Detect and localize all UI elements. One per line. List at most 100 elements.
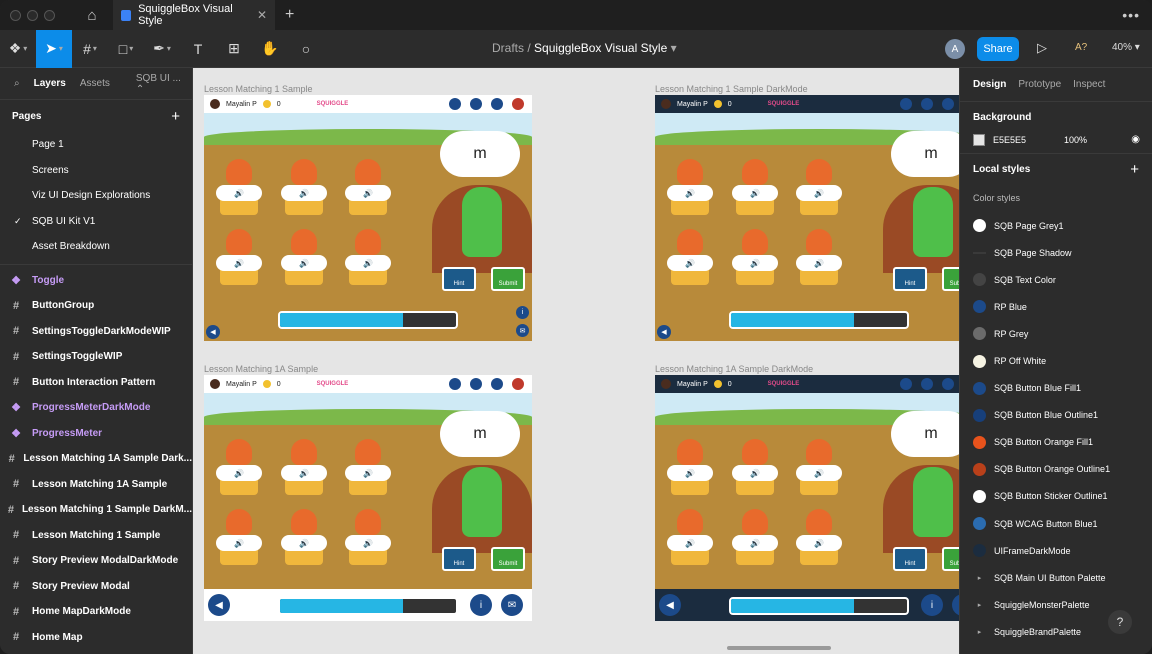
- color-style-item[interactable]: SQB Page Shadow: [960, 239, 1152, 266]
- comment-tool-button[interactable]: ○: [288, 30, 324, 68]
- layer-item[interactable]: # SettingsToggleWIP: [0, 344, 192, 370]
- carrot-plant: [806, 159, 832, 185]
- zoom-window-button[interactable]: [44, 9, 55, 21]
- audio-button: 🔊: [732, 185, 778, 201]
- frame-label[interactable]: Lesson Matching 1A Sample: [204, 364, 318, 374]
- breadcrumb-file[interactable]: SquiggleBox Visual Style: [534, 41, 667, 55]
- eye-icon[interactable]: ◉: [1131, 134, 1140, 145]
- home-icon[interactable]: ⌂: [79, 0, 105, 30]
- new-tab-icon[interactable]: +: [285, 6, 294, 24]
- share-button[interactable]: Share: [977, 37, 1019, 61]
- page-item[interactable]: ✓ SQB UI Kit V1: [0, 209, 192, 235]
- pen-tool-button[interactable]: ✒ ▾: [144, 30, 180, 68]
- present-play-icon[interactable]: ▷: [1037, 40, 1047, 56]
- answer-card: 🔊: [345, 159, 391, 217]
- color-style-item[interactable]: RP Grey: [960, 320, 1152, 347]
- page-item[interactable]: Page 1: [0, 132, 192, 158]
- squiggle-logo: SQUIGGLE: [316, 101, 349, 107]
- layer-item[interactable]: # SettingsToggleDarkModeWIP: [0, 319, 192, 345]
- accessibility-check[interactable]: A?: [1075, 42, 1087, 53]
- color-style-item[interactable]: RP Off White: [960, 347, 1152, 374]
- lesson-frame[interactable]: Mayalin P0SQUIGGLEm🔊🔊🔊🔊🔊🔊HintSubmit◀i✉: [655, 95, 959, 341]
- tab-design[interactable]: Design: [973, 79, 1006, 90]
- background-opacity[interactable]: 100%: [1064, 135, 1087, 145]
- chevron-right-icon[interactable]: ▸: [973, 601, 986, 609]
- color-style-item[interactable]: SQB WCAG Button Blue1: [960, 510, 1152, 537]
- frame-label[interactable]: Lesson Matching 1 Sample DarkMode: [655, 84, 808, 94]
- layer-item[interactable]: ❖ ProgressMeter: [0, 421, 192, 447]
- background-fill-row[interactable]: E5E5E5 100% ◉: [960, 132, 1152, 154]
- color-style-item[interactable]: SQB Button Orange Outline1: [960, 456, 1152, 483]
- chevron-down-icon[interactable]: ▾: [671, 41, 677, 55]
- minimize-window-button[interactable]: [27, 9, 38, 21]
- file-tab[interactable]: SquiggleBox Visual Style ✕: [113, 0, 275, 30]
- color-style-item[interactable]: SQB Button Blue Fill1: [960, 375, 1152, 402]
- layer-item[interactable]: # Lesson Matching 1A Sample: [0, 472, 192, 498]
- frame-label[interactable]: Lesson Matching 1 Sample: [204, 84, 313, 94]
- color-style-label: SQB Text Color: [994, 274, 1056, 285]
- layer-item[interactable]: # Story Preview ModalDarkMode: [0, 548, 192, 574]
- letter-bubble: m: [440, 411, 520, 457]
- close-window-button[interactable]: [10, 9, 21, 21]
- hand-tool-button[interactable]: ✋: [252, 30, 288, 68]
- color-style-item[interactable]: RP Blue: [960, 293, 1152, 320]
- tab-inspect[interactable]: Inspect: [1073, 79, 1105, 90]
- player-name: Mayalin P: [677, 100, 708, 108]
- layer-item[interactable]: ❖ ProgressMeterDarkMode: [0, 395, 192, 421]
- frame-icon: #: [12, 350, 20, 363]
- tab-assets[interactable]: Assets: [80, 78, 110, 89]
- help-button[interactable]: ?: [1108, 610, 1132, 634]
- shape-tool-button[interactable]: □ ▾: [108, 30, 144, 68]
- main-menu-button[interactable]: ❖ ▾: [0, 30, 36, 68]
- color-style-item[interactable]: UIFrameDarkMode: [960, 537, 1152, 564]
- layer-item[interactable]: # Lesson Matching 1 Sample: [0, 523, 192, 549]
- canvas[interactable]: Lesson Matching 1 Sample Mayalin P 0 SQUIGG…: [193, 68, 959, 654]
- tab-prototype[interactable]: Prototype: [1018, 79, 1061, 90]
- color-style-item[interactable]: ▸ SQB Main UI Button Palette: [960, 564, 1152, 591]
- background-color-swatch[interactable]: [973, 133, 985, 146]
- chevron-right-icon[interactable]: ▸: [973, 628, 986, 636]
- frame-tool-button[interactable]: # ▾: [72, 30, 108, 68]
- layer-item[interactable]: # ButtonGroup: [0, 293, 192, 319]
- breadcrumb-parent[interactable]: Drafts: [492, 41, 524, 55]
- horizontal-scrollbar[interactable]: [727, 646, 831, 650]
- color-style-item[interactable]: SQB Button Blue Outline1: [960, 402, 1152, 429]
- zoom-level[interactable]: 40% ▾: [1112, 42, 1140, 53]
- move-tool-button[interactable]: ➤ ▾: [36, 29, 72, 68]
- layer-item[interactable]: # Lesson Matching 1A Sample Dark...: [0, 446, 192, 472]
- search-icon[interactable]: ⌕: [14, 78, 20, 89]
- layer-item[interactable]: ❖ Toggle: [0, 268, 192, 294]
- avatar[interactable]: A: [945, 39, 965, 59]
- speaker-icon: 🔊: [814, 188, 824, 198]
- lesson-frame[interactable]: Mayalin P0SQUIGGLEm🔊🔊🔊🔊🔊🔊HintSubmit◀i✉: [204, 95, 532, 341]
- carrot-plant: [806, 509, 832, 535]
- add-style-icon[interactable]: +: [1130, 161, 1139, 178]
- layer-item[interactable]: # Home MapDarkMode: [0, 599, 192, 625]
- chevron-up-icon: ⌃: [135, 83, 145, 95]
- color-style-item[interactable]: SQB Button Sticker Outline1: [960, 483, 1152, 510]
- close-tab-icon[interactable]: ✕: [257, 8, 267, 22]
- carrot-plant: [677, 509, 703, 535]
- tab-layers[interactable]: Layers: [34, 78, 66, 89]
- layer-item[interactable]: # Button Interaction Pattern: [0, 370, 192, 396]
- resources-button[interactable]: ⊞: [216, 30, 252, 68]
- chevron-right-icon[interactable]: ▸: [973, 574, 986, 582]
- lesson-frame[interactable]: Mayalin P0SQUIGGLEm🔊🔊🔊🔊🔊🔊HintSubmit◀i✉: [204, 375, 532, 621]
- layer-item[interactable]: # Lesson Matching 1 Sample DarkM...: [0, 497, 192, 523]
- page-item[interactable]: Screens: [0, 158, 192, 184]
- add-page-icon[interactable]: +: [171, 108, 180, 125]
- page-item[interactable]: Asset Breakdown: [0, 234, 192, 260]
- color-style-item[interactable]: SQB Button Orange Fill1: [960, 429, 1152, 456]
- page-item[interactable]: Viz UI Design Explorations: [0, 183, 192, 209]
- color-style-item[interactable]: SQB Page Grey1: [960, 212, 1152, 239]
- layer-item[interactable]: # Story Preview Modal: [0, 574, 192, 600]
- breadcrumb[interactable]: Drafts / SquiggleBox Visual Style ▾: [492, 41, 677, 55]
- text-tool-button[interactable]: T: [180, 30, 216, 68]
- page-selector[interactable]: SQB UI ... ⌃: [136, 73, 192, 95]
- more-options-icon[interactable]: •••: [1122, 7, 1140, 23]
- lesson-frame[interactable]: Mayalin P0SQUIGGLEm🔊🔊🔊🔊🔊🔊HintSubmit◀i✉: [655, 375, 959, 621]
- color-style-item[interactable]: SQB Text Color: [960, 266, 1152, 293]
- frame-label[interactable]: Lesson Matching 1A Sample DarkMode: [655, 364, 813, 374]
- layer-item[interactable]: # Home Map: [0, 625, 192, 651]
- background-hex[interactable]: E5E5E5: [993, 135, 1026, 145]
